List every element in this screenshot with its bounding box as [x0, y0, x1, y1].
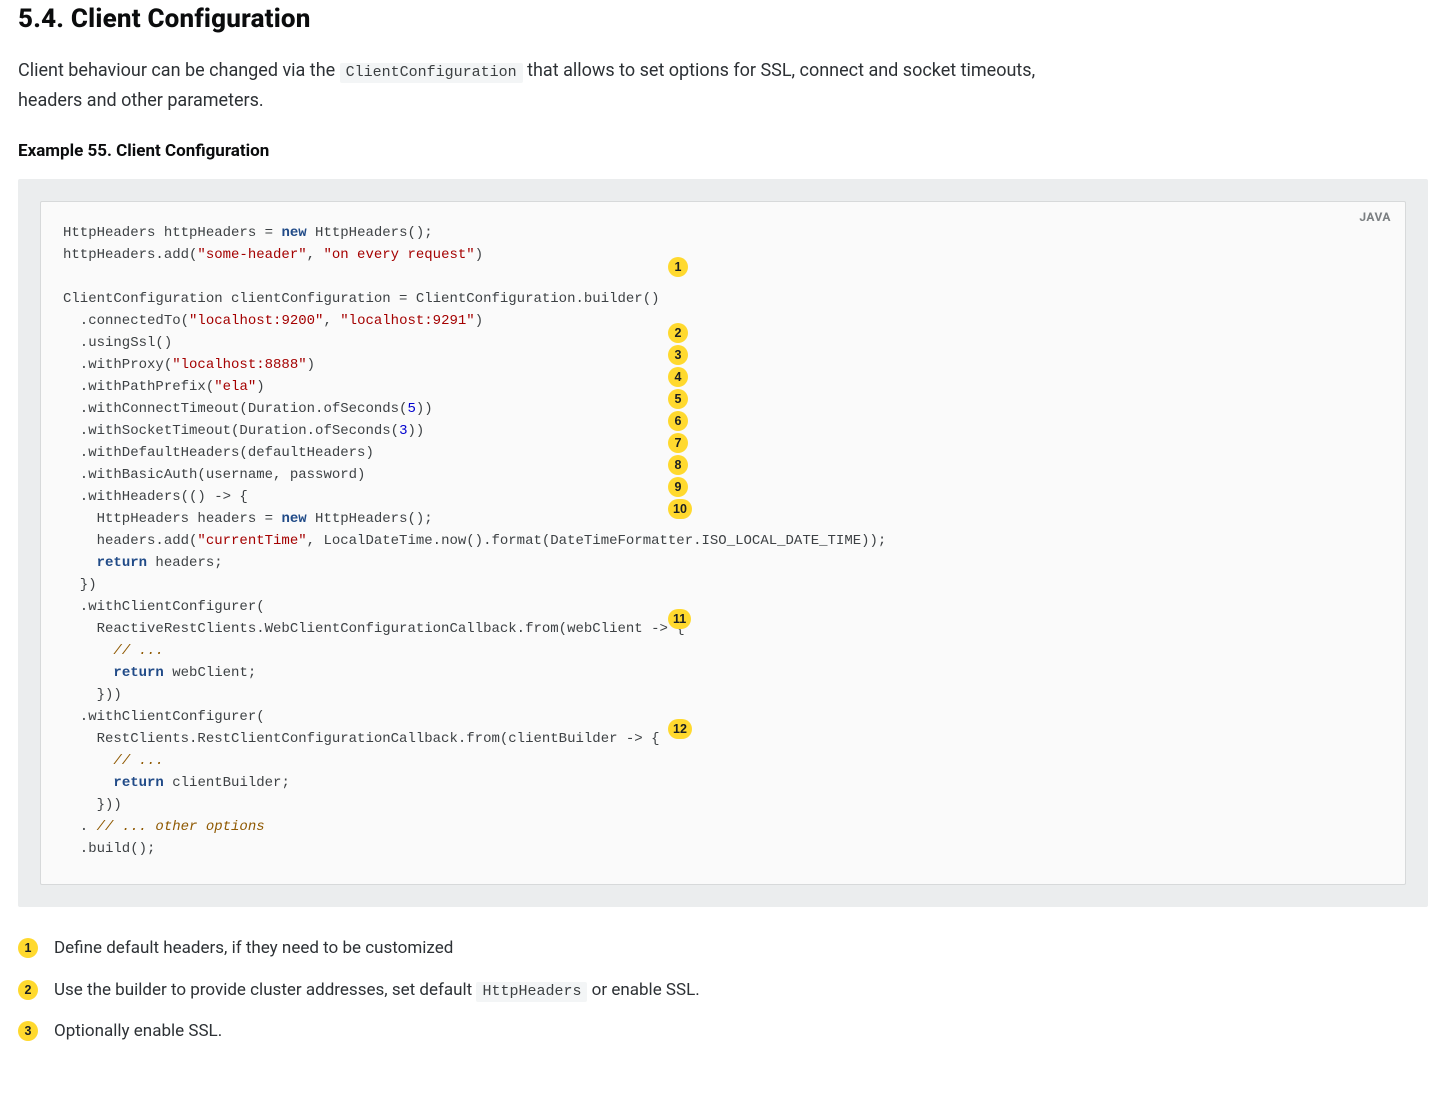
conum-8: 8 [668, 455, 688, 475]
conum-3: 3 [668, 345, 688, 365]
section-heading: 5.4. Client Configuration [18, 4, 1428, 34]
code-panel: JAVA HttpHeaders httpHeaders = new HttpH… [40, 201, 1406, 885]
callout-list: 1 Define default headers, if they need t… [18, 935, 1428, 1045]
inline-code-httpheaders: HttpHeaders [476, 982, 587, 1002]
section-title-text: Client Configuration [71, 4, 311, 34]
intro-text-before: Client behaviour can be changed via the [18, 60, 340, 81]
callout-text-2: Use the builder to provide cluster addre… [54, 977, 700, 1004]
inline-code-clientconfiguration: ClientConfiguration [340, 63, 523, 83]
callout-item-2: 2 Use the builder to provide cluster add… [18, 977, 1428, 1004]
conum-list-1: 1 [18, 938, 38, 958]
language-label: JAVA [1359, 210, 1391, 224]
conum-1: 1 [668, 257, 688, 277]
section-number: 5.4. [18, 4, 64, 34]
conum-4: 4 [668, 367, 688, 387]
conum-7: 7 [668, 433, 688, 453]
conum-11: 11 [668, 609, 691, 629]
code-listing: HttpHeaders httpHeaders = new HttpHeader… [63, 222, 1383, 860]
conum-12: 12 [668, 719, 692, 739]
example-title: Example 55. Client Configuration [18, 141, 1428, 161]
callout-item-1: 1 Define default headers, if they need t… [18, 935, 1428, 962]
intro-paragraph: Client behaviour can be changed via the … [18, 56, 1058, 115]
conum-list-3: 3 [18, 1021, 38, 1041]
conum-2: 2 [668, 323, 688, 343]
conum-10: 10 [668, 499, 692, 519]
conum-6: 6 [668, 411, 688, 431]
callout-item-3: 3 Optionally enable SSL. [18, 1018, 1428, 1045]
callout-text-1: Define default headers, if they need to … [54, 935, 453, 962]
conum-9: 9 [668, 477, 688, 497]
conum-5: 5 [668, 389, 688, 409]
example-block: JAVA HttpHeaders httpHeaders = new HttpH… [18, 179, 1428, 907]
conum-list-2: 2 [18, 980, 38, 1000]
callout-text-3: Optionally enable SSL. [54, 1018, 222, 1045]
